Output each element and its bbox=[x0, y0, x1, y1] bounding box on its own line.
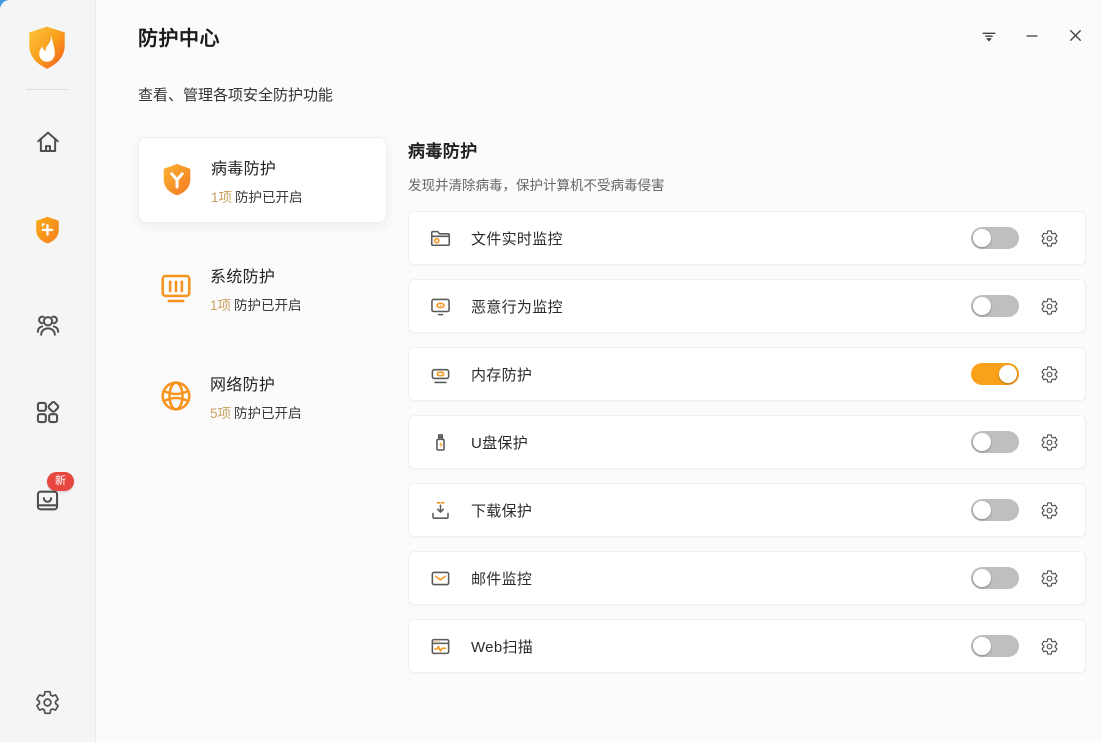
protection-row: 恶意行为监控 bbox=[408, 279, 1086, 333]
toggle-switch[interactable] bbox=[971, 635, 1019, 657]
category-status: 1项 防护已开启 bbox=[211, 189, 303, 205]
page-subtitle: 查看、管理各项安全防护功能 bbox=[138, 87, 334, 104]
category-count: 1项 bbox=[211, 189, 233, 205]
sidebar-item-tools[interactable] bbox=[0, 397, 95, 428]
category-item-1[interactable]: 病毒防护 1项 防护已开启 bbox=[138, 137, 387, 223]
mail-monitor-icon bbox=[428, 566, 453, 591]
toggle-switch[interactable] bbox=[971, 295, 1019, 317]
category-status: 1项 防护已开启 bbox=[210, 297, 302, 313]
settings-gear-icon[interactable] bbox=[1040, 297, 1059, 316]
category-list: 病毒防护 1项 防护已开启 系统防护 1项 防护已开启 网络防护 5项 防护已开启 bbox=[138, 137, 387, 439]
protection-row-label: U盘保护 bbox=[471, 434, 529, 452]
sidebar-item-toolbox[interactable]: 新 bbox=[0, 472, 95, 516]
sidebar-item-protection[interactable] bbox=[0, 214, 95, 247]
category-count: 1项 bbox=[210, 297, 232, 313]
settings-gear-icon[interactable] bbox=[1040, 501, 1059, 520]
new-badge: 新 bbox=[47, 472, 74, 491]
detail-panel: 病毒防护 发现并清除病毒，保护计算机不受病毒侵害 文件实时监控 恶意行为监控 内… bbox=[408, 137, 1086, 673]
category-item-2[interactable]: 系统防护 1项 防护已开启 bbox=[138, 245, 387, 331]
protection-rows: 文件实时监控 恶意行为监控 内存防护 U盘保护 下载保护 邮件监控 Web扫描 bbox=[408, 211, 1086, 673]
main-menu-button[interactable] bbox=[974, 25, 1004, 51]
page-title: 防护中心 bbox=[138, 28, 220, 50]
web-scan-icon bbox=[428, 634, 453, 659]
protection-row-label: 邮件监控 bbox=[471, 570, 533, 588]
virus-protection-icon bbox=[158, 161, 196, 199]
window-controls bbox=[974, 25, 1090, 51]
protection-row: U盘保护 bbox=[408, 415, 1086, 469]
category-item-3[interactable]: 网络防护 5项 防护已开启 bbox=[138, 353, 387, 439]
protection-row-label: 下载保护 bbox=[471, 502, 533, 520]
home-icon bbox=[33, 127, 63, 157]
behavior-monitor-icon bbox=[428, 294, 453, 319]
toggle-switch[interactable] bbox=[971, 227, 1019, 249]
settings-gear-icon[interactable] bbox=[1040, 637, 1059, 656]
protection-row-label: Web扫描 bbox=[471, 638, 534, 656]
category-title: 系统防护 bbox=[210, 268, 276, 286]
download-protect-icon bbox=[428, 498, 453, 523]
file-monitor-icon bbox=[428, 226, 453, 251]
minimize-icon bbox=[1023, 27, 1041, 50]
sidebar-item-community[interactable] bbox=[0, 309, 95, 341]
usb-protect-icon bbox=[428, 430, 453, 455]
app-window: 新 防护中心 查看、管理各项安全防护功能 病毒防护 1项 防护已开启 系统防护 1… bbox=[0, 0, 1102, 742]
close-button[interactable] bbox=[1060, 25, 1090, 51]
main-area: 防护中心 查看、管理各项安全防护功能 病毒防护 1项 防护已开启 系统防护 1项防… bbox=[96, 0, 1102, 742]
settings-gear-icon[interactable] bbox=[1040, 365, 1059, 384]
memory-protect-icon bbox=[428, 362, 453, 387]
close-icon bbox=[1066, 26, 1085, 50]
minimize-button[interactable] bbox=[1017, 25, 1047, 51]
toggle-switch[interactable] bbox=[971, 567, 1019, 589]
sidebar-item-home[interactable] bbox=[0, 127, 95, 157]
main-menu-icon bbox=[980, 27, 998, 50]
settings-gear-icon[interactable] bbox=[1040, 229, 1059, 248]
toggle-switch[interactable] bbox=[971, 363, 1019, 385]
category-status: 5项 防护已开启 bbox=[210, 405, 302, 421]
gear-icon bbox=[34, 689, 61, 716]
protection-row: Web扫描 bbox=[408, 619, 1086, 673]
shield-plus-icon bbox=[31, 214, 64, 247]
protection-row: 下载保护 bbox=[408, 483, 1086, 537]
toolbox-icon: 新 bbox=[32, 472, 74, 516]
protection-row: 文件实时监控 bbox=[408, 211, 1086, 265]
settings-gear-icon[interactable] bbox=[1040, 433, 1059, 452]
protection-row-label: 内存防护 bbox=[471, 366, 533, 384]
category-title: 病毒防护 bbox=[211, 160, 277, 178]
toggle-switch[interactable] bbox=[971, 499, 1019, 521]
users-icon bbox=[32, 309, 64, 341]
category-count: 5项 bbox=[210, 405, 232, 421]
sidebar: 新 bbox=[0, 0, 96, 742]
settings-gear-icon[interactable] bbox=[1040, 569, 1059, 588]
protection-row-label: 恶意行为监控 bbox=[471, 298, 563, 316]
panel-title: 病毒防护 bbox=[408, 142, 478, 161]
sidebar-divider bbox=[26, 89, 68, 90]
category-title: 网络防护 bbox=[210, 376, 276, 394]
system-protection-icon bbox=[157, 269, 195, 307]
toggle-switch[interactable] bbox=[971, 431, 1019, 453]
sidebar-item-settings[interactable] bbox=[0, 689, 95, 716]
app-logo bbox=[22, 23, 72, 73]
protection-row-label: 文件实时监控 bbox=[471, 230, 563, 248]
network-protection-icon bbox=[157, 377, 195, 415]
panel-description: 发现并清除病毒，保护计算机不受病毒侵害 bbox=[408, 178, 665, 193]
protection-row: 内存防护 bbox=[408, 347, 1086, 401]
protection-row: 邮件监控 bbox=[408, 551, 1086, 605]
apps-icon bbox=[32, 397, 63, 428]
